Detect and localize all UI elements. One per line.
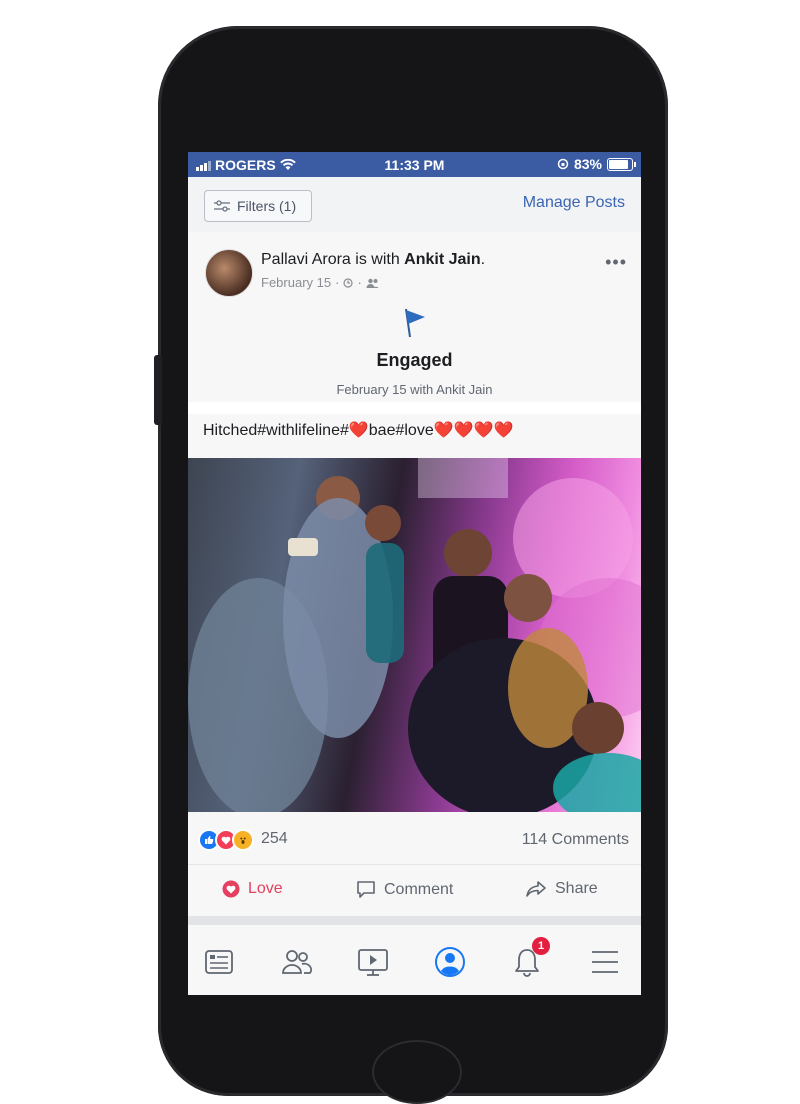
posts-toolbar: Filters (1) Manage Posts bbox=[188, 177, 641, 232]
life-event-subtitle: February 15 with Ankit Jain bbox=[336, 382, 493, 397]
share-button[interactable]: Share bbox=[525, 880, 598, 898]
menu-icon[interactable] bbox=[588, 945, 622, 979]
filters-button[interactable]: Filters (1) bbox=[204, 190, 312, 222]
comment-label: Comment bbox=[384, 880, 454, 898]
clock-icon bbox=[343, 277, 354, 288]
profile-icon[interactable] bbox=[433, 945, 467, 979]
love-label: Love bbox=[248, 880, 283, 897]
flag-icon bbox=[405, 308, 425, 338]
period: . bbox=[480, 251, 486, 268]
watch-icon[interactable] bbox=[356, 945, 390, 979]
post-photo[interactable] bbox=[188, 458, 641, 812]
avatar[interactable] bbox=[205, 249, 253, 297]
wow-reaction-icon bbox=[232, 829, 254, 851]
post-author-line: Pallavi Arora is with Ankit Jain. bbox=[261, 251, 485, 269]
sliders-icon bbox=[214, 200, 230, 212]
share-icon bbox=[526, 881, 546, 897]
comment-icon bbox=[357, 881, 375, 898]
heart-icon bbox=[222, 880, 240, 898]
phone-home-button bbox=[372, 1040, 462, 1104]
news-feed-icon[interactable] bbox=[202, 945, 236, 979]
more-options-icon[interactable]: ••• bbox=[605, 252, 627, 273]
notification-badge: 1 bbox=[532, 937, 550, 955]
with-text: is with bbox=[350, 251, 405, 268]
post-actions: Love Comment Share bbox=[188, 864, 641, 917]
dot-separator: · bbox=[335, 275, 340, 290]
friends-icon[interactable] bbox=[279, 945, 313, 979]
comments-count[interactable]: 114 Comments bbox=[522, 831, 629, 849]
screen: ROGERS 11:33 PM 83% Filters (1) Manage P… bbox=[188, 152, 641, 995]
life-event-title: Engaged bbox=[376, 350, 453, 370]
status-right: 83% bbox=[557, 156, 636, 172]
phone-side-button bbox=[154, 355, 162, 425]
post-date[interactable]: February 15 bbox=[261, 275, 331, 290]
battery-icon bbox=[607, 157, 636, 171]
orientation-lock-icon bbox=[557, 158, 569, 170]
bottom-tab-bar: 1 bbox=[188, 925, 641, 995]
friends-privacy-icon bbox=[366, 278, 379, 288]
love-button[interactable]: Love bbox=[222, 880, 283, 898]
reactions-bar: 254 114 Comments bbox=[188, 812, 641, 864]
reaction-icons[interactable] bbox=[198, 829, 254, 851]
filters-label: Filters (1) bbox=[237, 198, 297, 214]
post-caption: Hitched#withlifeline#❤️bae#love❤️❤️❤️❤️ bbox=[203, 422, 514, 439]
notifications-bell-icon[interactable]: 1 bbox=[510, 937, 550, 979]
tagged-name[interactable]: Ankit Jain bbox=[404, 251, 480, 268]
manage-posts-link[interactable]: Manage Posts bbox=[523, 194, 625, 212]
comment-button[interactable]: Comment bbox=[356, 880, 453, 899]
dot-separator: · bbox=[357, 275, 362, 290]
status-bar: ROGERS 11:33 PM 83% bbox=[188, 152, 641, 177]
share-label: Share bbox=[555, 880, 598, 897]
post-meta: February 15 · · bbox=[261, 275, 379, 290]
battery-percent: 83% bbox=[573, 156, 602, 172]
author-name[interactable]: Pallavi Arora bbox=[261, 251, 351, 268]
reaction-count[interactable]: 254 bbox=[261, 830, 288, 848]
post-caption-box: Hitched#withlifeline#❤️bae#love❤️❤️❤️❤️ bbox=[188, 414, 641, 460]
photo-illustration bbox=[188, 458, 641, 812]
section-divider bbox=[188, 916, 641, 925]
